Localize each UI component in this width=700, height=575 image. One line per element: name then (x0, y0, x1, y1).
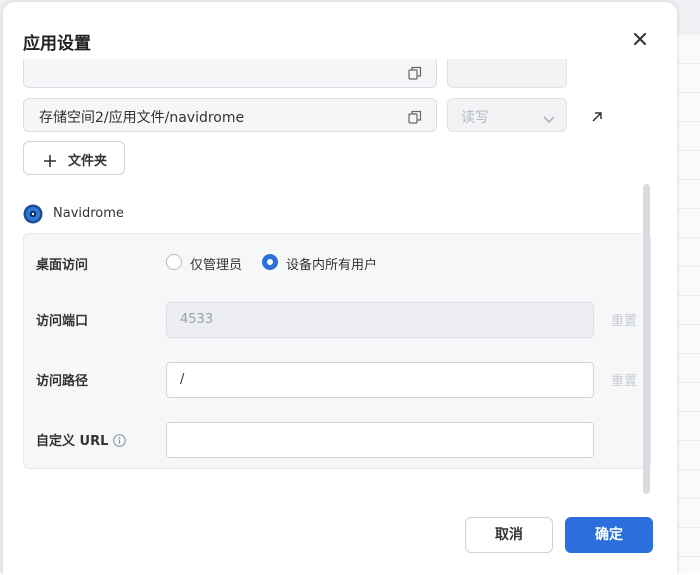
custom-url-label: 自定义 URL (36, 434, 109, 449)
open-external-icon[interactable] (590, 109, 604, 123)
chevron-down-icon (542, 110, 556, 124)
plus-icon (44, 152, 56, 167)
app-name: Navidrome (53, 206, 124, 221)
copy-icon[interactable] (408, 109, 422, 124)
port-value: 4533 (180, 312, 214, 327)
app-settings-dialog: 应用设置 存储空间2/应用文件/navidrome 读写 文件夹 Navidro… (3, 2, 677, 575)
permission-select[interactable]: 读写 (447, 98, 567, 132)
folder-path-field[interactable] (23, 59, 437, 88)
radio-admin-only[interactable] (166, 254, 182, 270)
close-icon[interactable] (630, 29, 650, 49)
path-input[interactable]: / (166, 362, 594, 398)
add-folder-button[interactable]: 文件夹 (23, 141, 125, 175)
radio-all-users-label[interactable]: 设备内所有用户 (286, 254, 377, 273)
info-icon[interactable] (113, 432, 126, 447)
folder-path-field[interactable]: 存储空间2/应用文件/navidrome (23, 98, 437, 132)
cancel-button[interactable]: 取消 (465, 517, 553, 553)
add-folder-label: 文件夹 (68, 154, 108, 169)
path-value: / (180, 372, 185, 387)
dialog-title: 应用设置 (23, 34, 91, 54)
custom-url-input[interactable] (166, 422, 594, 458)
copy-icon[interactable] (408, 65, 422, 80)
port-input: 4533 (166, 302, 594, 338)
radio-admin-only-label[interactable]: 仅管理员 (190, 254, 242, 273)
path-label: 访问路径 (36, 374, 89, 389)
desktop-access-label: 桌面访问 (36, 258, 89, 273)
confirm-button[interactable]: 确定 (565, 517, 653, 553)
port-label: 访问端口 (36, 314, 89, 329)
radio-all-users[interactable] (262, 254, 278, 270)
path-reset-button[interactable]: 重置 (611, 370, 637, 389)
navidrome-disc-icon (23, 204, 43, 224)
port-reset-button[interactable]: 重置 (611, 310, 637, 329)
settings-panel: 桌面访问 仅管理员 设备内所有用户 访问端口 4533 重置 访问路径 / 重置… (23, 233, 651, 469)
scrollbar[interactable] (643, 184, 650, 494)
folder-path-text: 存储空间2/应用文件/navidrome (39, 110, 245, 126)
permission-select[interactable] (447, 59, 567, 88)
permission-value: 读写 (461, 110, 489, 126)
dialog-body[interactable]: 存储空间2/应用文件/navidrome 读写 文件夹 Navidrome 桌面… (3, 59, 677, 494)
background-list (677, 35, 700, 573)
